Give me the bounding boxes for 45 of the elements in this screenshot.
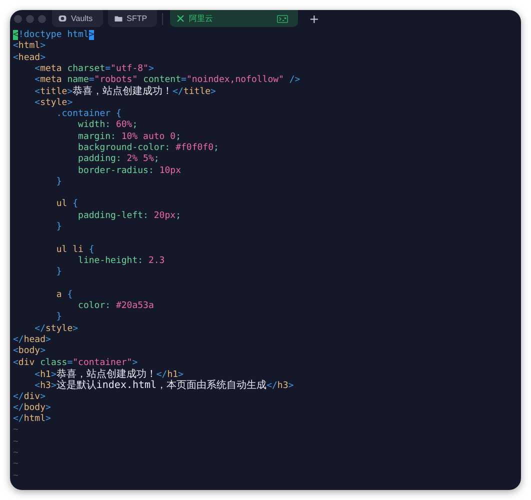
code-line: <head> [13,52,46,64]
new-tab-button[interactable]: + [307,12,322,24]
empty-line-marker: ~ [13,448,18,460]
vault-icon [58,14,67,23]
code-line: } [55,176,62,188]
code-line: ul { [55,199,78,211]
close-icon[interactable] [176,14,186,23]
code-line: <!doctype html> [13,30,94,41]
code-line: <style> [34,98,73,109]
folder-icon [114,14,123,23]
code-line: </head> [13,335,51,346]
terminal-icon[interactable] [277,14,288,22]
code-line: color: #20a53a [77,301,154,312]
code-line: <meta charset="utf-8"> [34,64,154,75]
code-line: <div class="container"> [13,358,138,368]
code-line: ul li { [55,244,94,256]
code-line: .container { [55,109,122,120]
code-line: <h1>恭喜，站点创建成功！</h1> [34,368,184,380]
code-line: } [55,267,62,279]
code-line: line-height: 2.3 [77,256,165,268]
empty-line-marker: ~ [13,425,18,437]
code-line: width: 60%; [77,120,138,132]
code-line: <body> [13,346,46,358]
code-line: } [55,222,62,234]
code-line: a { [55,290,73,302]
code-line: <h3>这是默认index.html，本页面由系统自动生成</h3> [34,380,294,392]
code-line: } [55,312,62,324]
code-line: padding-left: 20px; [77,210,181,222]
tab[interactable]: 阿里云 [170,10,298,27]
code-line: </html> [13,414,51,426]
code-line: padding: 2% 5%; [77,154,160,166]
tab[interactable]: Vaults [52,10,103,27]
code-line: </body> [13,402,51,414]
code-line: </div> [13,392,46,403]
code-line: margin: 10% auto 0; [77,132,181,143]
code-line: <title>恭喜，站点创建成功！</title> [34,86,216,98]
code-line: background-color: #f0f0f0; [77,142,219,154]
tab[interactable]: SFTP [108,10,158,27]
code-line: <html> [13,41,46,53]
empty-line-marker: ~ [13,436,18,448]
empty-line-marker: ~ [13,459,18,471]
code-line: border-radius: 10px [77,166,181,177]
code-line: </style> [34,324,78,335]
code-line: <meta name="robots" content="noindex,nofollow" /> [34,75,300,86]
empty-line-marker: ~ [13,470,18,482]
